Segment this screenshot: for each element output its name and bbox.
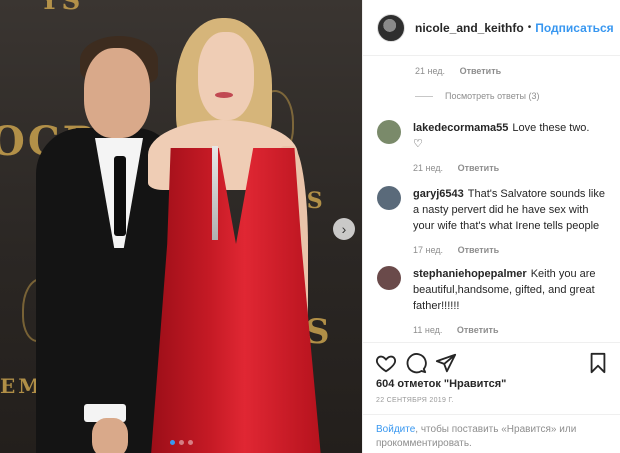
divider-line (415, 95, 433, 97)
comment-body: stephaniehopepalmer Keith you are beautif… (413, 266, 607, 338)
carousel-dot (170, 440, 175, 445)
comment-body: garyj6543 That's Salvatore sounds like a … (413, 186, 607, 258)
avatar[interactable] (377, 266, 401, 290)
necklace (212, 146, 218, 240)
comment-item: lakedecormama55 Love these two. ♡ 21 нед.… (377, 120, 607, 176)
man-hand (92, 418, 128, 453)
comment-username[interactable]: lakedecormama55 (413, 122, 508, 134)
view-replies-button[interactable]: Посмотреть ответы (3) (415, 91, 540, 101)
chevron-right-icon[interactable]: › (333, 218, 355, 240)
backdrop-text: YS (40, 0, 84, 16)
reply-button[interactable]: Ответить (460, 66, 502, 76)
comment-item: stephaniehopepalmer Keith you are beautif… (377, 266, 607, 338)
red-dress (150, 148, 322, 453)
man-head (84, 48, 150, 138)
view-replies-label: Посмотреть ответы (3) (445, 91, 540, 101)
comment-meta: 11 нед. Ответить (413, 322, 607, 338)
reply-button[interactable]: Ответить (457, 325, 499, 335)
post-header: nicole_and_keithfo • Подписаться (363, 0, 620, 56)
like-comment-icon[interactable]: ♡ (413, 138, 423, 150)
carousel-dots (170, 440, 193, 445)
login-prompt: Войдите, чтобы поставить «Нравится» или … (363, 414, 620, 453)
comment-time: 21 нед. (415, 66, 446, 76)
bookmark-icon[interactable] (587, 352, 609, 374)
comment-text: Love these two. (512, 122, 590, 134)
comment-username[interactable]: stephaniehopepalmer (413, 268, 527, 280)
carousel-dot (179, 440, 184, 445)
post-side-panel: nicole_and_keithfo • Подписаться 21 нед.… (362, 0, 620, 453)
likes-count[interactable]: 604 отметок "Нравится" (376, 378, 506, 390)
post-username[interactable]: nicole_and_keithfo (415, 21, 524, 35)
share-icon[interactable] (435, 352, 457, 374)
follow-button[interactable]: Подписаться (535, 21, 613, 35)
carousel-dot (188, 440, 193, 445)
reply-button[interactable]: Ответить (458, 163, 500, 173)
login-link[interactable]: Войдите (376, 424, 415, 435)
comment-item: garyj6543 That's Salvatore sounds like a … (377, 186, 607, 258)
avatar[interactable] (377, 120, 401, 144)
man-tie (114, 156, 126, 236)
comment-meta: 21 нед. Ответить (415, 66, 501, 76)
heart-icon[interactable] (375, 352, 397, 374)
post-photo[interactable]: YS OCB YS S EMM › (0, 0, 362, 453)
avatar[interactable] (377, 186, 401, 210)
comment-time: 17 нед. (413, 245, 444, 255)
woman-head (198, 32, 254, 120)
avatar[interactable] (377, 13, 405, 42)
reply-button[interactable]: Ответить (458, 245, 500, 255)
post-date: 22 СЕНТЯБРЯ 2019 Г. (376, 397, 454, 404)
comment-meta: 21 нед. Ответить (413, 160, 589, 176)
comment-icon[interactable] (405, 352, 427, 374)
separator-dot: • (527, 22, 532, 33)
comment-username[interactable]: garyj6543 (413, 188, 464, 200)
comment-time: 11 нед. (413, 325, 443, 335)
woman-lips (215, 92, 233, 98)
comment-time: 21 нед. (413, 163, 444, 173)
comment-meta: 17 нед. Ответить (413, 242, 607, 258)
comment-body: lakedecormama55 Love these two. ♡ 21 нед.… (413, 120, 589, 176)
action-bar (363, 342, 620, 382)
